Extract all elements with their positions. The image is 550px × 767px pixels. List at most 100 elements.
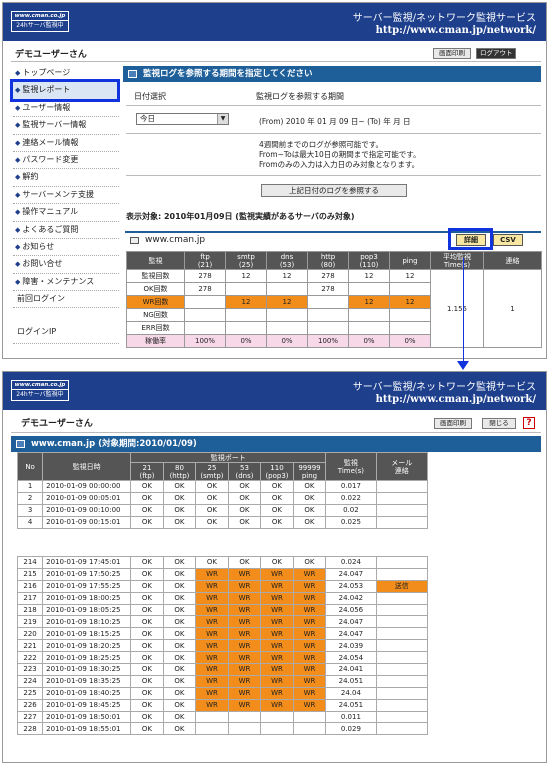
table-cell: OK bbox=[227, 556, 262, 569]
highlight-frame bbox=[448, 228, 493, 250]
table-cell: OK bbox=[162, 663, 197, 676]
table-cell: WR bbox=[260, 639, 294, 653]
table-cell bbox=[375, 639, 429, 653]
sidebar-item[interactable]: ◆ 監視サーバー情報 bbox=[13, 117, 119, 135]
date-select-value: 今日 bbox=[140, 114, 155, 123]
logo-domain: www.cman.co.jp bbox=[12, 381, 68, 390]
table-cell: 278 bbox=[307, 269, 349, 283]
table-cell: OK bbox=[227, 503, 262, 517]
table-cell: OK bbox=[130, 686, 164, 700]
table-cell: 2010-01-09 18:25:25 bbox=[42, 651, 132, 665]
column-header: ping bbox=[389, 251, 431, 270]
column-header: ftp (21) bbox=[184, 251, 226, 270]
csv-button[interactable]: CSV bbox=[493, 234, 523, 246]
sidebar-item[interactable]: ◆ 操作マニュアル bbox=[13, 204, 119, 222]
table-cell: 2010-01-09 18:15:25 bbox=[42, 627, 132, 641]
table-cell: OK bbox=[195, 556, 229, 569]
table-cell: OK bbox=[195, 503, 229, 517]
close-button[interactable]: 閉じる bbox=[482, 418, 516, 429]
sidebar-item[interactable]: ◆ 解約 bbox=[13, 169, 119, 187]
sidebar-item-label: 監視サーバー情報 bbox=[22, 120, 87, 130]
table-cell bbox=[266, 308, 308, 322]
column-header: 80 (http) bbox=[162, 462, 197, 481]
table-cell: 0.029 bbox=[325, 722, 377, 736]
table-cell: OK bbox=[195, 491, 229, 505]
table-cell: OK bbox=[130, 663, 164, 676]
table-cell: WR bbox=[227, 663, 262, 676]
table-cell: OK bbox=[227, 491, 262, 505]
print-button[interactable]: 画面印刷 bbox=[434, 418, 472, 429]
log-title: www.cman.jp (対象期間:2010/01/09) bbox=[31, 439, 197, 449]
table-cell: WR bbox=[195, 591, 229, 605]
table-cell: 12 bbox=[348, 295, 390, 309]
sidebar-info: 前回ログイン bbox=[13, 291, 119, 309]
site-header: www.cman.co.jp 24hサーバ監視中 サーバー監視/ネットワーク監視… bbox=[3, 3, 546, 41]
column-header: 監視 bbox=[126, 251, 185, 270]
table-cell: OK bbox=[130, 627, 164, 641]
table-row: 219 2010-01-09 18:10:25 OK OK WR WR WR WR 24.047 bbox=[16, 615, 429, 629]
table-cell bbox=[348, 321, 390, 335]
column-header: 連絡 bbox=[483, 251, 542, 270]
site-header: www.cman.co.jp 24hサーバ監視中 サーバー監視/ネットワーク監視… bbox=[3, 372, 546, 410]
table-cell: 稼働率 bbox=[126, 334, 185, 348]
print-button[interactable]: 画面印刷 bbox=[433, 48, 471, 59]
service-url[interactable]: http://www.cman.jp/network/ bbox=[376, 25, 536, 36]
arrow-icon: ◆ bbox=[15, 173, 21, 182]
logout-button[interactable]: ログアウト bbox=[476, 48, 516, 59]
log-title-bar: www.cman.jp (対象期間:2010/01/09) bbox=[11, 436, 541, 452]
table-cell bbox=[307, 308, 349, 322]
table-cell: OK bbox=[130, 579, 164, 593]
note-3: Fromのみの入力は入力日のみ対象となります。 bbox=[259, 160, 420, 169]
table-cell: WR bbox=[195, 686, 229, 700]
table-row: 224 2010-01-09 18:35:25 OK OK WR WR WR WR 24.051 bbox=[16, 674, 429, 688]
sidebar-item[interactable]: ◆ サーバーメンテ支援 bbox=[13, 187, 119, 205]
table-cell bbox=[375, 710, 429, 724]
window-icon bbox=[128, 70, 137, 78]
contact-cell: 1 bbox=[483, 269, 542, 348]
table-cell: OK bbox=[227, 515, 262, 529]
table-cell: WR bbox=[227, 591, 262, 605]
table-row: 226 2010-01-09 18:45:25 OK OK WR WR WR WR 24.051 bbox=[16, 698, 429, 712]
sidebar-item[interactable]: ◆ お知らせ bbox=[13, 239, 119, 257]
table-cell: OK bbox=[292, 491, 327, 505]
table-cell: OK bbox=[130, 674, 164, 688]
sidebar-item[interactable]: ◆ 連絡メール情報 bbox=[13, 135, 119, 152]
table-cell: WR bbox=[227, 651, 262, 665]
table-cell: 24.051 bbox=[325, 698, 377, 712]
sidebar-item[interactable]: ◆ よくあるご質問 bbox=[13, 222, 119, 239]
table-cell: WR bbox=[195, 674, 229, 688]
table-cell: WR bbox=[292, 591, 327, 605]
column-header: smtp (25) bbox=[225, 251, 267, 270]
table-cell: 3 bbox=[16, 503, 44, 517]
table-cell bbox=[375, 615, 429, 629]
table-cell: WR bbox=[195, 627, 229, 641]
table-cell: 0% bbox=[348, 334, 390, 348]
sidebar-item[interactable]: ◆ パスワード変更 bbox=[13, 152, 119, 170]
table-row: 3 2010-01-09 00:10:00 OK OK OK OK OK OK 0.02 bbox=[16, 503, 429, 517]
table-cell: WR bbox=[227, 567, 262, 581]
arrow-icon: ◆ bbox=[15, 121, 21, 130]
table-cell: 217 bbox=[16, 591, 44, 605]
table-cell: 278 bbox=[184, 282, 226, 296]
table-cell: WR bbox=[260, 591, 294, 605]
sidebar-item[interactable]: ◆ 障害・メンテナンス bbox=[13, 274, 119, 292]
sidebar-item[interactable]: ◆ ユーザー情報 bbox=[13, 100, 119, 118]
table-cell: 12 bbox=[225, 269, 267, 283]
table-cell: OK bbox=[162, 722, 197, 736]
table-cell: 1 bbox=[16, 480, 44, 493]
server-icon bbox=[130, 237, 139, 244]
table-cell: 24.051 bbox=[325, 674, 377, 688]
table-cell bbox=[375, 627, 429, 641]
view-logs-button[interactable]: 上記日付のログを参照する bbox=[261, 184, 407, 197]
table-row: 228 2010-01-09 18:55:01 OK OK 0.029 bbox=[16, 722, 429, 736]
table-cell: 24.056 bbox=[325, 603, 377, 617]
sidebar-item[interactable]: ◆ お問い合せ bbox=[13, 256, 119, 274]
help-icon[interactable]: ? bbox=[523, 417, 535, 429]
sidebar-item-label: 障害・メンテナンス bbox=[22, 276, 95, 286]
user-name: デモユーザーさん bbox=[15, 50, 87, 60]
service-url[interactable]: http://www.cman.jp/network/ bbox=[376, 394, 536, 405]
table-cell: 2010-01-09 17:45:01 bbox=[42, 556, 132, 569]
table-cell: OK bbox=[130, 480, 164, 493]
date-select[interactable]: 今日 ▼ bbox=[136, 113, 229, 125]
table-cell: OK bbox=[162, 627, 197, 641]
